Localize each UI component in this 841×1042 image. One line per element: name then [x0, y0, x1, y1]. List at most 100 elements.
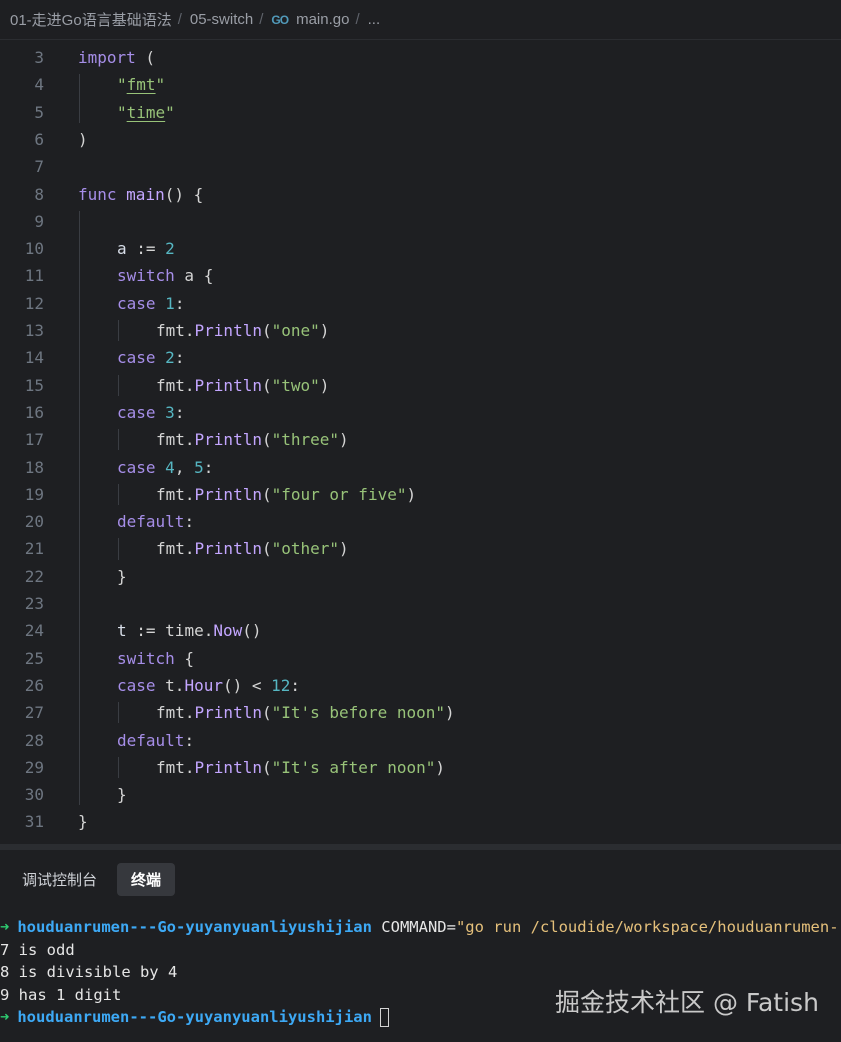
code-line: 16 case 3: [0, 399, 841, 426]
code-token: default [117, 512, 185, 532]
line-number: 19 [24, 484, 44, 504]
code-text: ) [78, 130, 88, 149]
code-token: Println [194, 703, 262, 723]
code-token: case [117, 402, 156, 422]
line-number: 20 [24, 512, 44, 532]
panel-divider[interactable] [0, 844, 841, 850]
breadcrumb-separator: / [177, 11, 182, 28]
code-text: fmt.Println("It's after noon") [156, 758, 445, 777]
code-token: fmt. [156, 375, 195, 395]
breadcrumb-symbol[interactable]: ... [368, 11, 381, 28]
code-line: 31} [0, 808, 841, 835]
tab-terminal[interactable]: 终端 [117, 862, 176, 896]
breadcrumb-folder-2[interactable]: 05-switch [190, 11, 253, 28]
line-number: 24 [24, 621, 44, 641]
prompt-arrow-icon: ➜ [0, 918, 10, 937]
line-number: 16 [24, 402, 44, 422]
code-token: Println [194, 430, 262, 450]
go-file-icon: GO [271, 12, 289, 27]
code-token: ) [406, 484, 417, 504]
indent-guide [118, 756, 119, 779]
code-token: a [117, 239, 127, 259]
code-token: : [203, 457, 214, 477]
breadcrumb-folder-1[interactable]: 01-走进Go语言基础语法 [10, 9, 172, 30]
code-token: } [78, 812, 88, 832]
code-text: fmt.Println("four or five") [156, 485, 416, 504]
line-number: 27 [24, 703, 44, 723]
code-token: { [174, 648, 195, 668]
code-text: switch a { [117, 266, 213, 285]
code-line: 27 fmt.Println("It's before noon") [0, 699, 841, 726]
code-token: 4 [165, 457, 175, 477]
code-line: 30} [0, 781, 841, 808]
code-text: fmt.Println("other") [156, 539, 349, 558]
terminal-cursor[interactable] [379, 1007, 389, 1027]
code-token: := time. [126, 621, 214, 641]
code-token: } [117, 785, 127, 805]
breadcrumb-file[interactable]: main.go [296, 11, 349, 28]
line-number: 9 [34, 211, 44, 231]
code-text: import ( [78, 48, 155, 67]
line-number: 7 [34, 157, 44, 177]
code-line: 17 fmt.Println("three") [0, 426, 841, 453]
code-token: 5 [194, 457, 204, 477]
line-number: 22 [24, 566, 44, 586]
code-line: 15 fmt.Println("two") [0, 372, 841, 399]
code-line: 8 func main() { [0, 181, 841, 208]
code-line: 20 default: [0, 508, 841, 535]
breadcrumb: 01-走进Go语言基础语法 / 05-switch / GO main.go /… [0, 0, 841, 40]
code-token: "three" [271, 430, 340, 450]
tab-debug-console[interactable]: 调试控制台 [8, 863, 111, 896]
line-number: 8 [34, 184, 44, 204]
code-token: Println [194, 757, 262, 777]
code-line: 26 case t.Hour() < 12: [0, 672, 841, 699]
breadcrumb-separator: / [355, 11, 360, 28]
code-token: func [78, 184, 117, 204]
code-token: " [117, 102, 127, 122]
code-token: ( [261, 375, 272, 395]
code-token: Println [194, 484, 262, 504]
prompt-user: houduanrumen---Go-yuyanyuanliyushijian [17, 918, 372, 937]
code-editor[interactable]: 3 import (4 "fmt" 5 "time" 6) 7 8 func main() {9… [0, 42, 841, 842]
code-token: : [174, 402, 185, 422]
code-token: fmt. [156, 484, 195, 504]
code-token: ( [261, 757, 272, 777]
line-number: 13 [24, 321, 44, 340]
code-token: t. [155, 675, 185, 695]
code-token: Println [194, 321, 262, 340]
code-text: case 3: [117, 403, 184, 422]
code-token: ( [261, 484, 272, 504]
code-token: ) [78, 129, 88, 149]
code-line: 14 case 2: [0, 344, 841, 371]
code-token: "It's after noon" [271, 757, 436, 777]
code-token: ) [339, 539, 349, 559]
code-token: : [174, 348, 185, 368]
code-token: 3 [165, 402, 175, 422]
code-token: t [117, 621, 127, 641]
code-token: fmt. [156, 321, 195, 340]
code-line: 21 fmt.Println("other") [0, 535, 841, 562]
prompt-user: houduanrumen---Go-yuyanyuanliyushijian [17, 1008, 372, 1027]
code-text: } [117, 567, 127, 586]
code-token: : [174, 293, 185, 313]
code-token: fmt. [156, 757, 195, 777]
code-text: case 4, 5: [117, 458, 213, 477]
code-token: " [155, 75, 166, 95]
terminal-command-line: ➜ houduanrumen---Go-yuyanyuanliyushijian… [0, 916, 841, 939]
code-token: main [126, 184, 165, 204]
code-text: } [117, 785, 127, 804]
code-text: switch { [117, 649, 194, 668]
code-token: ( [261, 539, 272, 559]
code-text: } [78, 812, 88, 831]
line-number: 18 [24, 457, 44, 477]
indent-guide [118, 374, 119, 396]
code-token: "other" [271, 539, 340, 559]
line-number: 17 [24, 430, 44, 450]
code-text: case t.Hour() < 12: [117, 676, 300, 695]
code-line: 3 import ( [0, 44, 841, 71]
code-line: 6) [0, 126, 841, 153]
code-token: : [290, 675, 301, 695]
